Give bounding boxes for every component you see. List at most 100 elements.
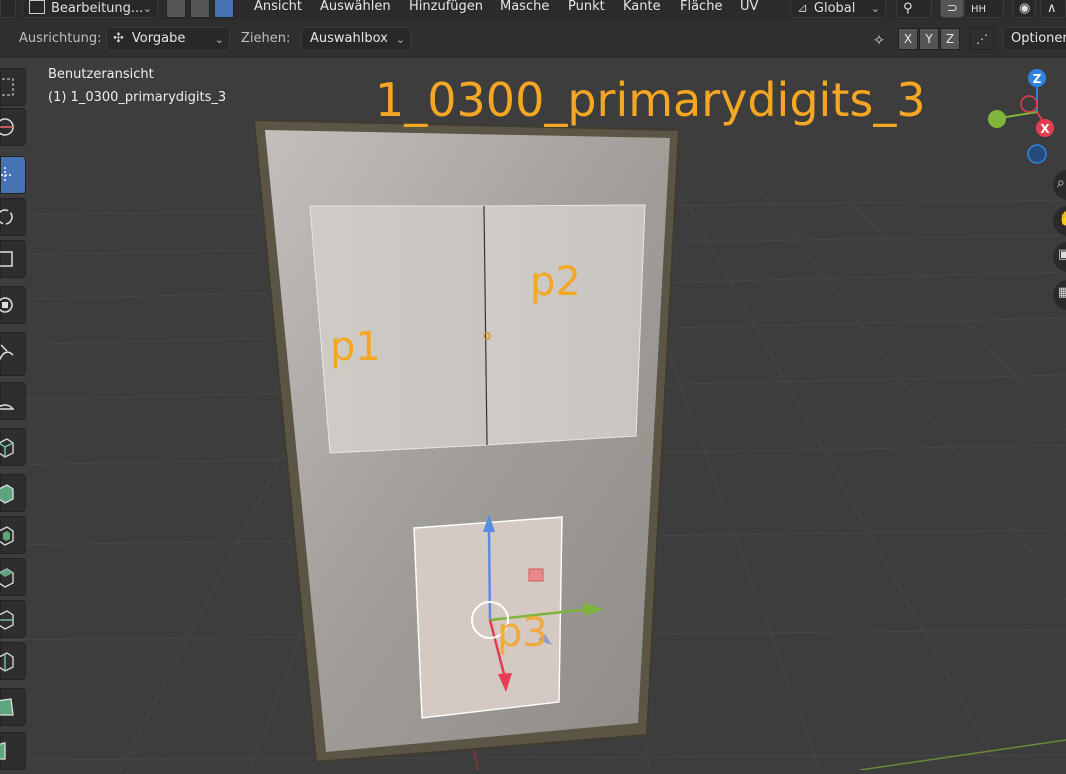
transform-orientation-dropdown[interactable]: ⊿ Global ⌄ bbox=[790, 0, 886, 18]
loop-cut-icon bbox=[0, 610, 14, 630]
pivot-icon: ⚲ bbox=[903, 1, 913, 16]
tool-measure[interactable] bbox=[0, 382, 26, 420]
mirror-icon[interactable]: ⟡ bbox=[874, 30, 884, 48]
tool-bevel[interactable] bbox=[0, 558, 26, 596]
drag-dropdown-value: Auswahlbox bbox=[310, 31, 388, 46]
editor-header: Bearbeitung... ⌄ Ansicht Auswählen Hinzuf… bbox=[0, 0, 1066, 21]
nav-y-axis[interactable] bbox=[988, 110, 1006, 128]
menu-masche[interactable]: Masche bbox=[500, 0, 549, 16]
snap-target-dropdown[interactable]: HH bbox=[964, 0, 1004, 18]
measure-icon bbox=[0, 404, 15, 410]
auto-merge-toggle[interactable]: ⋰ bbox=[970, 28, 994, 50]
tool-select-box[interactable] bbox=[0, 68, 26, 106]
nav-neg-x[interactable] bbox=[1020, 95, 1038, 113]
cursor-icon bbox=[0, 118, 14, 136]
falloff-dropdown[interactable]: ∧ bbox=[1040, 0, 1066, 18]
magnet-icon: ⊃ bbox=[947, 1, 958, 16]
mirror-z-toggle[interactable]: Z bbox=[940, 28, 960, 50]
tool-poly-build[interactable] bbox=[0, 688, 26, 726]
face-p2[interactable] bbox=[483, 204, 646, 446]
label-p1: p1 bbox=[330, 324, 381, 370]
vertex-select-mode-button[interactable] bbox=[166, 0, 186, 18]
transform-icon bbox=[0, 297, 13, 313]
mode-dropdown[interactable]: Bearbeitung... ⌄ bbox=[22, 0, 158, 18]
menu-punkt[interactable]: Punkt bbox=[568, 0, 605, 16]
orientation-dropdown[interactable]: ✣ Vorgabe ⌄ bbox=[106, 27, 230, 51]
chevron-down-icon: ⌄ bbox=[214, 33, 224, 46]
tool-loop-cut[interactable] bbox=[0, 600, 26, 638]
grid-icon: ▦ bbox=[1058, 285, 1066, 300]
tool-transform[interactable] bbox=[0, 286, 26, 324]
select-box-icon bbox=[0, 78, 14, 96]
navigation-gizmo[interactable]: Z X bbox=[988, 69, 1054, 164]
object-info: (1) 1_0300_primarydigits_3 bbox=[48, 90, 227, 105]
pivot-point-dropdown[interactable]: ⚲ bbox=[896, 0, 932, 18]
bevel-icon bbox=[0, 568, 14, 588]
tool-cursor[interactable] bbox=[0, 108, 26, 146]
menu-flaeche[interactable]: Fläche bbox=[680, 0, 722, 16]
mode-icon bbox=[29, 0, 45, 14]
tool-scale[interactable] bbox=[0, 240, 26, 278]
tool-knife[interactable] bbox=[0, 642, 26, 680]
3d-viewport[interactable]: p1 p2 p3 Z X bbox=[0, 58, 1066, 774]
tool-add-cube[interactable] bbox=[0, 428, 26, 466]
spin-icon bbox=[0, 742, 6, 760]
overlay-title: 1_0300_primarydigits_3 bbox=[375, 73, 926, 127]
proportional-edit-icon: ◉ bbox=[1019, 1, 1031, 16]
inset-icon bbox=[0, 526, 14, 546]
tool-inset[interactable] bbox=[0, 516, 26, 554]
options-dropdown[interactable]: Optionen bbox=[1003, 27, 1066, 51]
menu-hinzufuegen[interactable]: Hinzufügen bbox=[409, 0, 483, 16]
orientation-dropdown-value: Vorgabe bbox=[131, 31, 186, 46]
menu-auswaehlen[interactable]: Auswählen bbox=[320, 0, 391, 16]
tool-extrude[interactable] bbox=[0, 474, 26, 512]
mirror-y-toggle[interactable]: Y bbox=[919, 28, 939, 50]
mode-dropdown-label: Bearbeitung... bbox=[51, 1, 144, 16]
orientation-label: Ausrichtung: bbox=[19, 31, 102, 46]
poly-build-icon bbox=[0, 698, 14, 716]
editor-type-button[interactable] bbox=[0, 0, 16, 18]
proportional-edit-toggle[interactable]: ◉ bbox=[1012, 0, 1036, 18]
menu-uv[interactable]: UV bbox=[740, 0, 758, 16]
chevron-down-icon: ⌄ bbox=[395, 33, 405, 46]
label-p2: p2 bbox=[530, 259, 581, 305]
chevron-down-icon: ⌄ bbox=[870, 2, 880, 15]
snap-increment-icon: HH bbox=[971, 4, 987, 15]
menu-kante[interactable]: Kante bbox=[623, 0, 661, 16]
scale-icon bbox=[0, 251, 13, 267]
snap-toggle[interactable]: ⊃ bbox=[940, 0, 964, 18]
nav-neg-z[interactable] bbox=[1027, 144, 1047, 164]
transform-orientation-label: Global bbox=[813, 1, 856, 16]
falloff-curve-icon: ∧ bbox=[1047, 1, 1057, 16]
annotate-icon bbox=[0, 344, 14, 361]
move-icon bbox=[0, 167, 13, 183]
menu-ansicht[interactable]: Ansicht bbox=[254, 0, 302, 16]
gizmo-plane-handle[interactable] bbox=[528, 568, 544, 582]
chevron-down-icon: ⌄ bbox=[142, 2, 152, 15]
left-toolbar bbox=[0, 64, 28, 770]
edge-select-mode-button[interactable] bbox=[190, 0, 210, 18]
orientation-icon: ⊿ bbox=[797, 1, 808, 16]
magnifier-icon: ⌕ bbox=[1057, 175, 1065, 191]
camera-icon: ▣ bbox=[1058, 247, 1066, 262]
mirror-x-toggle[interactable]: X bbox=[898, 28, 918, 50]
add-cube-icon bbox=[0, 438, 14, 458]
orientation-gizmo-icon: ✣ bbox=[113, 31, 124, 46]
label-p3: p3 bbox=[497, 610, 548, 656]
tool-spin[interactable] bbox=[0, 732, 26, 770]
tool-settings-header: Ausrichtung: ✣ Vorgabe ⌄ Ziehen: Auswahlbo… bbox=[0, 20, 1066, 58]
tool-annotate[interactable] bbox=[0, 332, 26, 376]
face-select-mode-button[interactable] bbox=[214, 0, 234, 18]
rotate-icon bbox=[0, 209, 13, 225]
extrude-icon bbox=[0, 484, 14, 504]
knife-icon bbox=[0, 652, 14, 672]
hand-icon: ✋ bbox=[1058, 211, 1066, 227]
tool-move[interactable] bbox=[0, 156, 26, 194]
drag-dropdown[interactable]: Auswahlbox ⌄ bbox=[301, 27, 411, 51]
viewport-canvas[interactable]: p1 p2 p3 Z X bbox=[0, 58, 1066, 771]
nav-x-label: X bbox=[1040, 122, 1050, 136]
options-label: Optionen bbox=[1011, 31, 1066, 46]
merge-icon: ⋰ bbox=[976, 32, 988, 46]
view-name: Benutzeransicht bbox=[48, 67, 154, 82]
tool-rotate[interactable] bbox=[0, 198, 26, 236]
